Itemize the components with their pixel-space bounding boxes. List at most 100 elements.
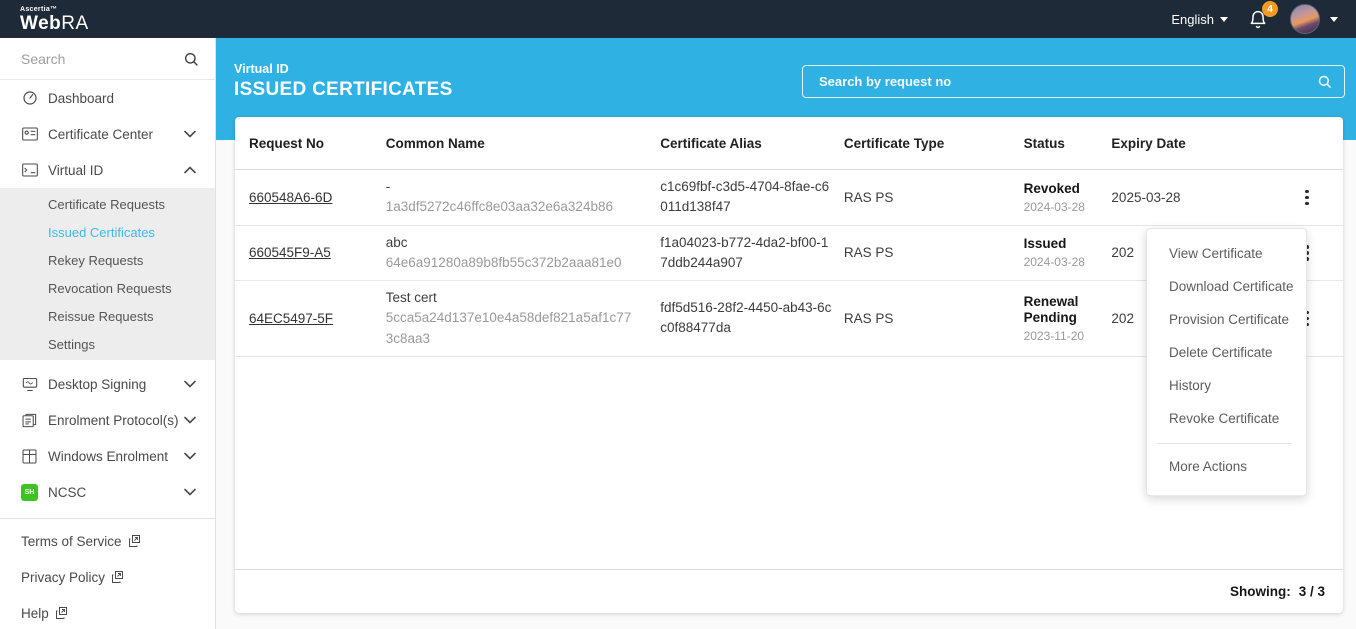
sidebar-item-windows-enrolment[interactable]: Windows Enrolment xyxy=(0,438,215,474)
status-date: 2024-03-28 xyxy=(1024,200,1106,214)
column-header-request-no: Request No xyxy=(249,136,386,151)
table-header-row: Request No Common Name Certificate Alias… xyxy=(235,117,1343,170)
column-header-common-name: Common Name xyxy=(386,136,661,151)
chevron-down-icon xyxy=(184,380,196,388)
status-date: 2024-03-28 xyxy=(1024,255,1106,269)
link-label: Help xyxy=(21,606,49,621)
menu-item-delete-certificate[interactable]: Delete Certificate xyxy=(1147,336,1306,369)
menu-divider xyxy=(1157,443,1292,444)
page-title: ISSUED CERTIFICATES xyxy=(234,79,453,101)
ncsc-icon: SH xyxy=(21,484,38,501)
link-label: Privacy Policy xyxy=(21,570,105,585)
search-icon[interactable] xyxy=(1317,74,1332,89)
notification-badge: 4 xyxy=(1262,1,1278,17)
top-bar: Ascertia™ WebRA English 4 xyxy=(0,0,1356,38)
menu-item-view-certificate[interactable]: View Certificate xyxy=(1147,237,1306,270)
common-name: abc xyxy=(386,233,633,253)
sidebar-search-input[interactable] xyxy=(21,51,171,67)
table-footer: Showing: 3 / 3 xyxy=(235,569,1343,613)
external-link-icon xyxy=(111,571,123,583)
chevron-down-icon xyxy=(1220,17,1228,22)
sidebar-item-ncsc[interactable]: SH NCSC xyxy=(0,474,215,510)
showing-label: Showing: xyxy=(1230,584,1291,599)
common-name-hash: 5cca5a24d137e10e4a58def821a5af1c773c8aa3 xyxy=(386,308,633,349)
sidebar-item-label: Certificate Center xyxy=(48,127,184,142)
certificate-type: RAS PS xyxy=(844,311,1024,326)
common-name: Test cert xyxy=(386,288,633,308)
chevron-down-icon xyxy=(184,130,196,138)
sidebar-item-desktop-signing[interactable]: Desktop Signing xyxy=(0,366,215,402)
notifications-button[interactable]: 4 xyxy=(1246,6,1272,32)
showing-count: 3 / 3 xyxy=(1299,584,1325,599)
certificate-alias: fdf5d516-28f2-4450-ab43-6cc0f88477da xyxy=(660,298,844,339)
certificate-center-icon xyxy=(21,126,38,143)
link-label: Terms of Service xyxy=(21,534,122,549)
menu-item-download-certificate[interactable]: Download Certificate xyxy=(1147,270,1306,303)
windows-enrolment-icon xyxy=(21,448,38,465)
column-header-expiry-date: Expiry Date xyxy=(1111,136,1287,151)
status-badge: Issued xyxy=(1024,236,1106,253)
request-no-link[interactable]: 660545F9-A5 xyxy=(249,245,331,260)
status-date: 2023-11-20 xyxy=(1024,329,1106,343)
row-actions-menu: View Certificate Download Certificate Pr… xyxy=(1146,228,1307,496)
request-no-link[interactable]: 64EC5497-5F xyxy=(249,311,333,326)
table-row: 660548A6-6D - 1a3df5272c46ffc8e03aa32e6a… xyxy=(235,170,1343,226)
certificate-type: RAS PS xyxy=(844,245,1024,260)
common-name: - xyxy=(386,177,633,197)
desktop-signing-icon xyxy=(21,376,38,393)
sidebar-item-rekey-requests[interactable]: Rekey Requests xyxy=(0,246,215,274)
sidebar-item-label: Windows Enrolment xyxy=(48,449,184,464)
request-search-box xyxy=(802,65,1345,98)
menu-item-revoke-certificate[interactable]: Revoke Certificate xyxy=(1147,402,1306,435)
sidebar-item-dashboard[interactable]: Dashboard xyxy=(0,80,215,116)
row-actions-button[interactable] xyxy=(1295,185,1319,209)
user-avatar[interactable] xyxy=(1290,4,1320,34)
certificate-alias: f1a04023-b772-4da2-bf00-17ddb244a907 xyxy=(660,233,844,274)
column-header-status: Status xyxy=(1024,136,1112,151)
request-no-link[interactable]: 660548A6-6D xyxy=(249,190,332,205)
sidebar-item-settings[interactable]: Settings xyxy=(0,330,215,358)
chevron-down-icon xyxy=(184,452,196,460)
menu-item-history[interactable]: History xyxy=(1147,369,1306,402)
common-name-hash: 1a3df5272c46ffc8e03aa32e6a324b86 xyxy=(386,197,633,217)
column-header-certificate-alias: Certificate Alias xyxy=(660,136,844,151)
expiry-date: 2025-03-28 xyxy=(1111,190,1287,205)
sidebar-search xyxy=(0,38,215,80)
menu-item-provision-certificate[interactable]: Provision Certificate xyxy=(1147,303,1306,336)
sidebar-item-label: Dashboard xyxy=(48,91,201,106)
sidebar-item-virtual-id[interactable]: Virtual ID xyxy=(0,152,215,188)
privacy-policy-link[interactable]: Privacy Policy xyxy=(0,559,215,595)
menu-item-more-actions[interactable]: More Actions xyxy=(1147,450,1306,483)
search-icon xyxy=(183,51,199,67)
sidebar-item-issued-certificates[interactable]: Issued Certificates xyxy=(0,218,215,246)
status-badge: Revoked xyxy=(1024,181,1106,198)
status-badge: Renewal Pending xyxy=(1024,294,1106,328)
language-label: English xyxy=(1171,12,1214,27)
certificate-type: RAS PS xyxy=(844,190,1024,205)
sidebar: Dashboard Certificate Center Virtual ID … xyxy=(0,38,216,629)
common-name-hash: 64e6a91280a89b8fb55c372b2aaa81e0 xyxy=(386,253,633,273)
breadcrumb: Virtual ID xyxy=(234,62,453,76)
column-header-certificate-type: Certificate Type xyxy=(844,136,1024,151)
sidebar-item-label: Virtual ID xyxy=(48,163,184,178)
avatar-chevron-down-icon[interactable] xyxy=(1330,17,1338,22)
sidebar-item-label: NCSC xyxy=(48,485,184,500)
virtual-id-icon xyxy=(21,162,38,179)
sidebar-divider xyxy=(0,518,215,519)
terms-of-service-link[interactable]: Terms of Service xyxy=(0,523,215,559)
brand-product: WebRA xyxy=(20,14,89,33)
help-link[interactable]: Help xyxy=(0,595,215,629)
sidebar-item-label: Desktop Signing xyxy=(48,377,184,392)
language-selector[interactable]: English xyxy=(1171,12,1228,27)
sidebar-item-label: Enrolment Protocol(s) xyxy=(48,413,184,428)
certificate-alias: c1c69fbf-c3d5-4704-8fae-c6011d138f47 xyxy=(660,177,844,218)
sidebar-item-certificate-requests[interactable]: Certificate Requests xyxy=(0,190,215,218)
dashboard-icon xyxy=(21,90,38,107)
sidebar-item-certificate-center[interactable]: Certificate Center xyxy=(0,116,215,152)
request-search-input[interactable] xyxy=(819,74,1317,89)
chevron-down-icon xyxy=(184,488,196,496)
sidebar-item-enrolment-protocols[interactable]: Enrolment Protocol(s) xyxy=(0,402,215,438)
sidebar-item-reissue-requests[interactable]: Reissue Requests xyxy=(0,302,215,330)
chevron-up-icon xyxy=(184,166,196,174)
sidebar-item-revocation-requests[interactable]: Revocation Requests xyxy=(0,274,215,302)
